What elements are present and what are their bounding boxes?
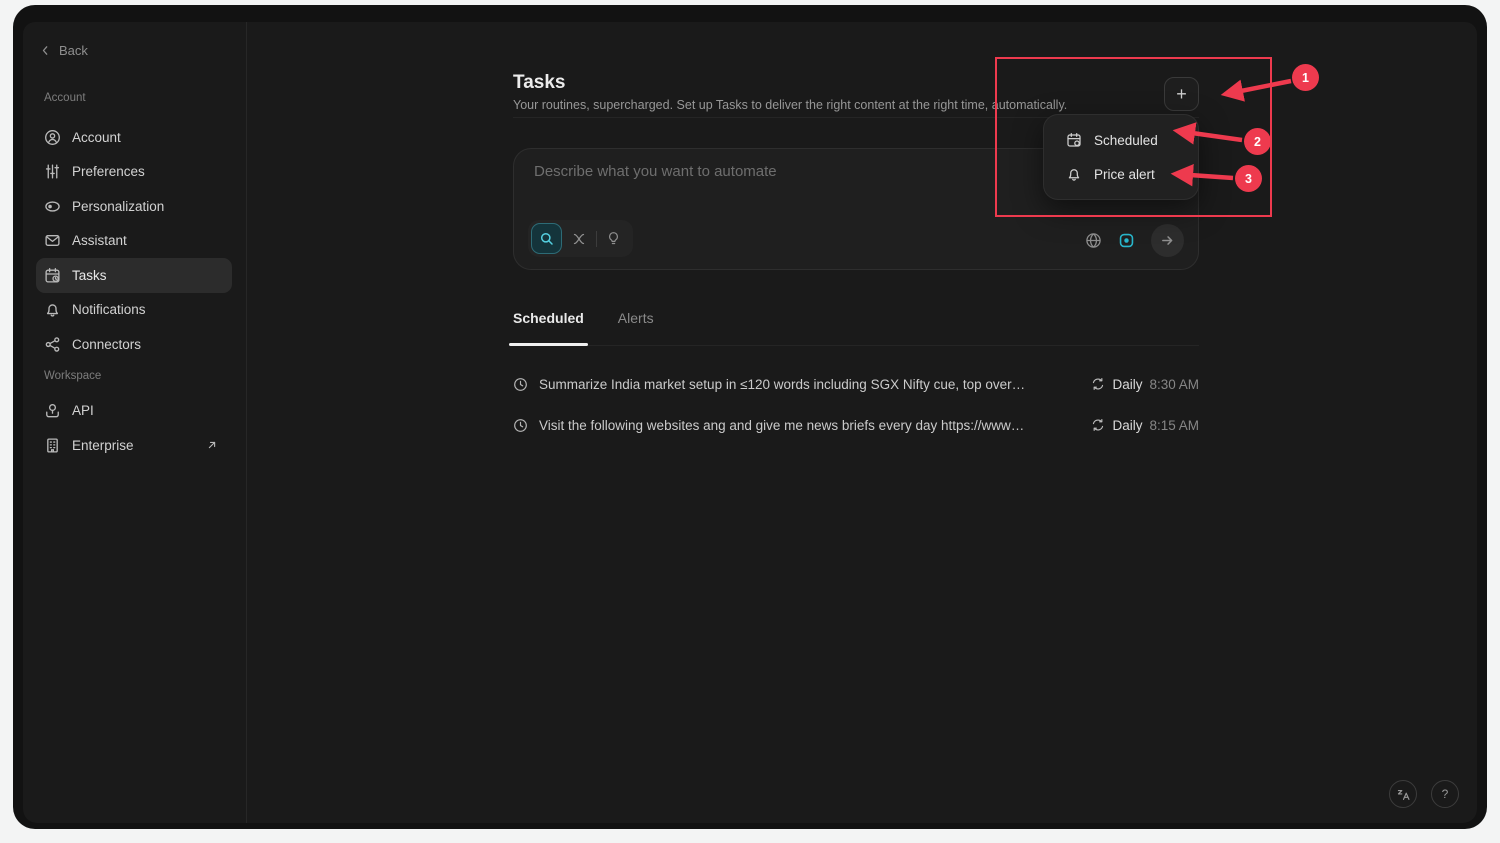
sidebar-item-label: Preferences	[72, 164, 145, 179]
repeat-icon	[1091, 418, 1105, 432]
bell-icon	[44, 301, 61, 318]
menu-item-label: Price alert	[1094, 167, 1155, 182]
sidebar-item-enterprise[interactable]: Enterprise	[36, 428, 232, 463]
sidebar-item-label: API	[72, 403, 94, 418]
sidebar-item-label: Connectors	[72, 337, 141, 352]
sidebar-item-label: Account	[72, 130, 121, 145]
page-subtitle: Your routines, supercharged. Set up Task…	[513, 98, 1067, 112]
sidebar-item-account[interactable]: Account	[36, 120, 232, 155]
composer-divider	[596, 231, 597, 247]
automation-input[interactable]	[534, 163, 1094, 207]
assistant-mail-icon	[44, 232, 61, 249]
help-button[interactable]: ?	[1431, 780, 1459, 808]
sidebar-item-preferences[interactable]: Preferences	[36, 155, 232, 190]
composer-mode-group	[528, 220, 633, 257]
section-header-workspace: Workspace	[44, 370, 246, 384]
clock-icon	[513, 377, 528, 392]
back-button[interactable]: Back	[39, 40, 246, 60]
sidebar-item-label: Assistant	[72, 233, 127, 248]
tab-scheduled[interactable]: Scheduled	[513, 303, 584, 345]
section-header-account: Account	[44, 92, 246, 106]
ideas-button[interactable]	[606, 231, 621, 246]
person-circle-icon	[44, 129, 61, 146]
back-label: Back	[59, 43, 88, 58]
settings-sidebar: Back Account Account Preferences Persona…	[23, 22, 247, 823]
repeat-icon	[1091, 377, 1105, 391]
sidebar-item-assistant[interactable]: Assistant	[36, 224, 232, 259]
task-tabs: Scheduled Alerts	[513, 303, 1199, 346]
annotation-badge-1: 1	[1292, 64, 1319, 91]
sidebar-item-label: Tasks	[72, 268, 107, 283]
tab-alerts[interactable]: Alerts	[618, 303, 654, 345]
knot-icon	[571, 231, 587, 247]
web-search-button[interactable]	[1085, 232, 1102, 249]
external-link-icon	[206, 439, 218, 451]
create-task-menu: Scheduled Price alert	[1043, 114, 1199, 200]
language-button[interactable]	[1389, 780, 1417, 808]
chevron-left-icon	[39, 44, 52, 57]
task-time: 8:30 AM	[1149, 377, 1199, 392]
annotation-badge-3: 3	[1235, 165, 1262, 192]
sidebar-item-label: Enterprise	[72, 438, 134, 453]
globe-icon	[1085, 232, 1102, 249]
bell-icon	[1066, 166, 1082, 182]
clock-icon	[513, 418, 528, 433]
task-cadence: Daily	[1112, 418, 1142, 433]
menu-item-price-alert[interactable]: Price alert	[1044, 157, 1198, 191]
task-text: Visit the following websites ang and giv…	[539, 418, 1024, 433]
arrow-right-icon	[1160, 233, 1175, 248]
task-schedule: Daily 8:30 AM	[1091, 377, 1199, 392]
task-time: 8:15 AM	[1149, 418, 1199, 433]
page-title: Tasks	[513, 72, 565, 94]
sidebar-item-notifications[interactable]: Notifications	[36, 293, 232, 328]
annotation-badge-2: 2	[1244, 128, 1271, 155]
calendar-icon	[1066, 132, 1082, 148]
sidebar-item-api[interactable]: API	[36, 394, 232, 429]
task-text: Summarize India market setup in ≤120 wor…	[539, 377, 1025, 392]
sliders-icon	[44, 163, 61, 180]
magnifier-icon	[539, 231, 555, 247]
menu-item-scheduled[interactable]: Scheduled	[1044, 123, 1198, 157]
enterprise-building-icon	[44, 437, 61, 454]
plus-icon: +	[1176, 84, 1187, 105]
add-task-button[interactable]: +	[1164, 77, 1199, 111]
task-row[interactable]: Visit the following websites ang and giv…	[513, 407, 1199, 443]
screenshot-stage: Back Account Account Preferences Persona…	[0, 0, 1500, 843]
menu-item-label: Scheduled	[1094, 133, 1158, 148]
knot-mode-button[interactable]	[571, 231, 587, 247]
composer-actions	[1085, 224, 1184, 257]
connectors-icon	[44, 336, 61, 353]
app-frame-icon	[1118, 232, 1135, 249]
browser-app-button[interactable]	[1118, 232, 1135, 249]
deep-search-button[interactable]	[531, 223, 562, 254]
translate-icon	[1396, 787, 1411, 802]
lightbulb-icon	[606, 231, 621, 246]
sidebar-item-connectors[interactable]: Connectors	[36, 327, 232, 362]
sidebar-item-tasks[interactable]: Tasks	[36, 258, 232, 293]
task-cadence: Daily	[1112, 377, 1142, 392]
sidebar-item-personalization[interactable]: Personalization	[36, 189, 232, 224]
tasks-calendar-icon	[44, 267, 61, 284]
submit-button[interactable]	[1151, 224, 1184, 257]
api-icon	[44, 402, 61, 419]
personalization-icon	[44, 198, 61, 215]
sidebar-item-label: Notifications	[72, 302, 146, 317]
task-schedule: Daily 8:15 AM	[1091, 418, 1199, 433]
sidebar-item-label: Personalization	[72, 199, 164, 214]
question-mark-icon: ?	[1442, 787, 1449, 801]
task-row[interactable]: Summarize India market setup in ≤120 wor…	[513, 366, 1199, 402]
